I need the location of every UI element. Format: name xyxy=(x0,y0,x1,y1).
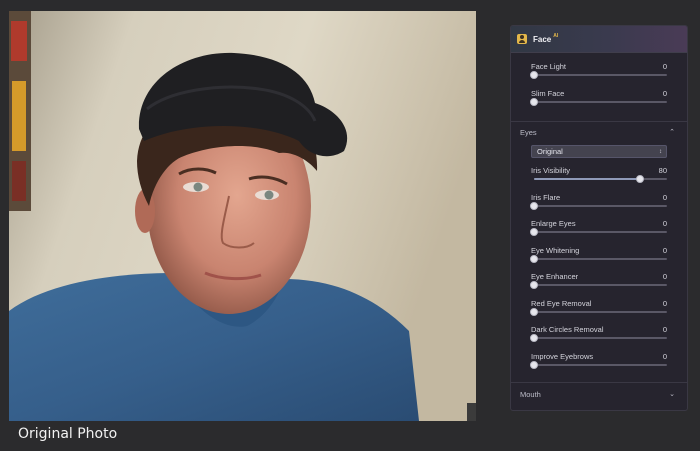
slider-track[interactable] xyxy=(530,360,667,369)
slider-track[interactable] xyxy=(534,175,667,183)
slider-label: Dark Circles Removal xyxy=(531,325,604,334)
slider-track[interactable] xyxy=(530,281,667,289)
slider-value[interactable]: 0 xyxy=(663,62,667,71)
slider-value[interactable]: 0 xyxy=(663,193,667,202)
slider-value[interactable]: 0 xyxy=(663,89,667,98)
slider-label: Slim Face xyxy=(531,88,565,98)
face-adjustment-panel: Face AI Face Light 0 Slim Face 0 Eyes ⌃ Ori… xyxy=(510,25,688,411)
slider-label: Enlarge Eyes xyxy=(531,219,576,228)
slider-value[interactable]: 0 xyxy=(663,272,667,281)
updown-arrow-icon: ↕ xyxy=(659,148,662,155)
slider-track[interactable] xyxy=(530,254,667,263)
portrait-image xyxy=(9,11,476,421)
slider-iris-flare: Iris Flare 0 xyxy=(530,191,667,218)
slider-label: Red Eye Removal xyxy=(531,298,592,308)
slider-face-light: Face Light 0 xyxy=(530,60,667,87)
slider-enlarge-eyes: Enlarge Eyes 0 xyxy=(530,217,667,244)
eyes-preset-value: Original xyxy=(537,147,563,156)
slider-track[interactable] xyxy=(530,71,667,79)
slider-thumb[interactable] xyxy=(530,97,538,106)
slider-track[interactable] xyxy=(530,334,667,342)
slider-track[interactable] xyxy=(530,201,667,210)
slider-eye-enhancer: Eye Enhancer 0 xyxy=(530,270,667,297)
eyes-section-title: Eyes xyxy=(520,127,537,137)
slider-value[interactable]: 80 xyxy=(659,166,667,175)
slider-track[interactable] xyxy=(530,228,667,236)
ai-badge: AI xyxy=(553,33,559,39)
slider-thumb[interactable] xyxy=(636,175,645,183)
eyes-section-header[interactable]: Eyes ⌃ xyxy=(511,122,687,142)
slider-red-eye-removal: Red Eye Removal 0 xyxy=(530,297,667,324)
slider-value[interactable]: 0 xyxy=(663,325,667,334)
photo-canvas[interactable] xyxy=(9,11,476,421)
slider-value[interactable]: 0 xyxy=(663,246,667,255)
eyes-preset-dropdown[interactable]: Original ↕ xyxy=(531,145,667,158)
slider-value[interactable]: 0 xyxy=(663,219,667,228)
slider-thumb[interactable] xyxy=(530,228,538,236)
slider-thumb[interactable] xyxy=(530,71,538,79)
slider-value[interactable]: 0 xyxy=(663,299,667,308)
slider-label: Iris Visibility xyxy=(531,166,571,175)
slider-track[interactable] xyxy=(530,97,667,106)
photo-caption: Original Photo xyxy=(18,426,118,442)
slider-thumb[interactable] xyxy=(530,254,538,263)
slider-slim-face: Slim Face 0 xyxy=(530,87,667,114)
eyes-sliders: Iris Visibility 80 Iris Flare 0 Enlarge Eyes… xyxy=(530,164,667,377)
slider-label: Eye Whitening xyxy=(531,245,580,255)
slider-thumb[interactable] xyxy=(530,334,538,342)
panel-title: Face xyxy=(533,34,552,44)
slider-thumb[interactable] xyxy=(530,360,538,369)
slider-thumb[interactable] xyxy=(530,281,538,289)
chevron-up-icon[interactable]: ⌃ xyxy=(669,128,675,136)
slider-label: Eye Enhancer xyxy=(531,272,579,281)
slider-thumb[interactable] xyxy=(530,307,538,316)
slider-iris-visibility: Iris Visibility 80 xyxy=(531,164,667,191)
face-ai-icon xyxy=(517,34,527,44)
slider-eye-whitening: Eye Whitening 0 xyxy=(530,244,667,271)
slider-improve-eyebrows: Improve Eyebrows 0 xyxy=(530,350,667,377)
face-sliders-section: Face Light 0 Slim Face 0 xyxy=(511,53,687,122)
slider-label: Iris Flare xyxy=(531,192,561,202)
mouth-section-title: Mouth xyxy=(520,389,541,399)
slider-label: Improve Eyebrows xyxy=(531,351,594,361)
slider-fill xyxy=(534,178,641,180)
panel-header[interactable]: Face AI xyxy=(511,26,687,53)
slider-track[interactable] xyxy=(530,307,667,316)
slider-label: Face Light xyxy=(531,62,567,71)
eyes-section: Eyes ⌃ Original ↕ Iris Visibility 80 Iris … xyxy=(511,122,687,383)
slider-value[interactable]: 0 xyxy=(663,352,667,361)
slider-thumb[interactable] xyxy=(530,201,538,210)
chevron-down-icon[interactable]: ⌄ xyxy=(669,390,675,398)
slider-dark-circles-removal: Dark Circles Removal 0 xyxy=(530,323,667,350)
mouth-section-header[interactable]: Mouth ⌄ xyxy=(511,383,687,405)
